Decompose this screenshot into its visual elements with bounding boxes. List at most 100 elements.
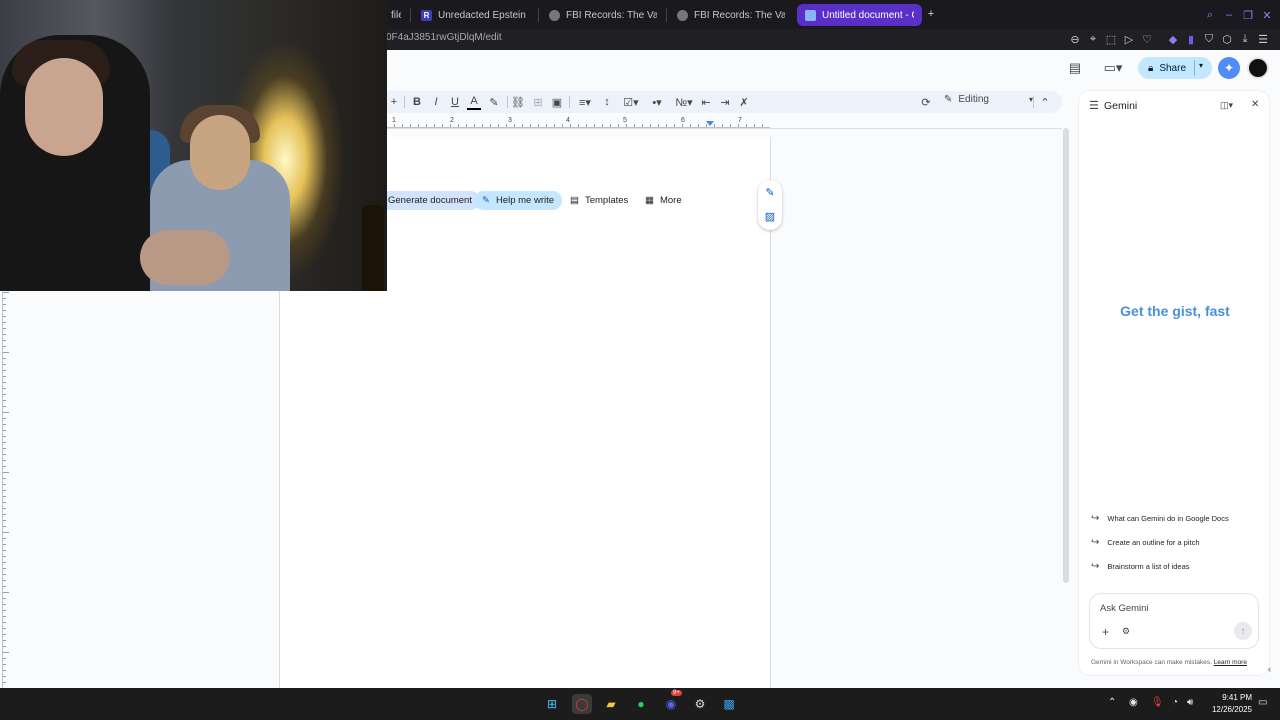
panel-layout-icon[interactable]: ◫▾: [1220, 100, 1233, 111]
ruler-tick: [3, 370, 6, 371]
ruler-tick: [3, 328, 6, 329]
bold-icon[interactable]: B: [410, 94, 424, 110]
bookmark-icon[interactable]: ▮: [1183, 31, 1199, 47]
ruler-tick: [3, 448, 6, 449]
ruler-tick: [3, 478, 6, 479]
italic-icon[interactable]: I: [429, 94, 443, 110]
download-icon[interactable]: ⤓: [1237, 31, 1253, 47]
play-icon[interactable]: ▷: [1121, 31, 1137, 47]
search-icon[interactable]: ⌕: [1202, 7, 1218, 23]
menu-icon[interactable]: ☰: [1255, 31, 1271, 47]
underline-icon[interactable]: U: [448, 94, 462, 110]
highlight-icon[interactable]: ✎: [487, 94, 501, 110]
new-tab-button[interactable]: +: [923, 6, 939, 22]
ruler-number: 7: [738, 117, 742, 124]
volume-icon[interactable]: 🔊︎: [1187, 697, 1193, 708]
bulleted-list-icon[interactable]: •▾: [646, 94, 668, 110]
ruler-tick: [3, 574, 6, 575]
paint-icon[interactable]: ▩: [719, 694, 739, 714]
close-icon[interactable]: ✕: [1259, 7, 1275, 23]
more-chip[interactable]: ▦ More: [637, 191, 690, 210]
chevron-up-icon[interactable]: ⌃: [1108, 697, 1116, 708]
pin-icon[interactable]: ⌖: [1085, 31, 1101, 47]
wifi-icon[interactable]: ◔: [1172, 697, 1178, 708]
browser-tab-active[interactable]: Untitled document - Goog: [797, 4, 922, 26]
ruler-tick: [3, 496, 6, 497]
zoom-icon[interactable]: ⊖: [1067, 31, 1083, 47]
decrease-indent-icon[interactable]: ⇤: [699, 94, 713, 110]
start-icon[interactable]: ⊞: [542, 694, 562, 714]
tools-icon[interactable]: ⚙: [1122, 626, 1130, 637]
menu-icon[interactable]: ☰: [1089, 99, 1099, 112]
learn-more-link[interactable]: Learn more: [1214, 659, 1247, 666]
ruler-tick: [3, 562, 6, 563]
templates-chip[interactable]: ▤ Templates: [562, 191, 636, 210]
editing-mode-dropdown[interactable]: ✎ Editing ▾: [944, 94, 1033, 105]
chip-label: Templates: [584, 195, 629, 206]
ruler-tick: [762, 124, 763, 127]
browser-tab[interactable]: FBI Records: The Vault —: [541, 4, 665, 26]
image-icon[interactable]: ▣: [550, 94, 564, 110]
microphone-icon[interactable]: 🎙︎: [1151, 697, 1164, 708]
send-icon[interactable]: ↑: [1234, 622, 1252, 640]
url-text[interactable]: 0F4aJ3851rwGtjDlqM/edit: [386, 32, 502, 43]
add-icon[interactable]: +: [1102, 625, 1109, 639]
browser-tab[interactable]: R Unredacted Epstein Files: [413, 4, 537, 26]
ruler-tick: [642, 124, 643, 127]
meet-icon[interactable]: ▭▾: [1098, 57, 1128, 79]
share-label: Share: [1159, 62, 1187, 74]
opera-icon[interactable]: ◯: [572, 694, 592, 714]
align-icon[interactable]: ≡▾: [574, 94, 596, 110]
increase-indent-icon[interactable]: ⇥: [718, 94, 732, 110]
person-back-face: [190, 115, 250, 190]
share-button[interactable]: 🔒︎ Share ▾: [1138, 57, 1212, 79]
avatar[interactable]: [1247, 57, 1269, 79]
ruler-tick: [3, 646, 6, 647]
help-me-write-icon[interactable]: ✎: [762, 184, 778, 200]
clear-formatting-icon[interactable]: ✗: [737, 94, 751, 110]
history-icon[interactable]: ⟳: [919, 94, 933, 110]
gemini-sparkle-icon[interactable]: ✦: [1218, 57, 1240, 79]
chevron-down-icon[interactable]: ▾: [1199, 61, 1203, 70]
minimize-icon[interactable]: –: [1221, 7, 1237, 23]
checklist-icon[interactable]: ☑▾: [620, 94, 642, 110]
restore-icon[interactable]: ❐: [1240, 7, 1256, 23]
ask-gemini-input[interactable]: Ask Gemini + ⚙ ↑: [1089, 593, 1259, 649]
chevron-left-icon[interactable]: ‹: [1268, 664, 1271, 674]
discord-tray-icon[interactable]: ◉: [1129, 697, 1138, 708]
notification-icon[interactable]: ▭: [1258, 697, 1267, 708]
file-explorer-icon[interactable]: ▰: [601, 694, 621, 714]
browser-tab[interactable]: FBI Records: The Vault —: [669, 4, 793, 26]
close-icon[interactable]: ✕: [1251, 99, 1259, 110]
discord-badge: 9+: [671, 690, 682, 696]
help-me-write-chip[interactable]: ✎ Help me write: [474, 191, 563, 210]
spotify-icon[interactable]: ●: [631, 694, 651, 714]
comments-icon[interactable]: ▤: [1064, 57, 1086, 79]
suggestion-item[interactable]: ↪ Create an outline for a pitch: [1091, 537, 1200, 548]
suggestion-item[interactable]: ↪ Brainstorm a list of ideas: [1091, 561, 1190, 572]
discord-icon[interactable]: ◉ 9+: [661, 690, 682, 714]
ruler-tick: [3, 580, 6, 581]
right-indent-marker[interactable]: [706, 121, 714, 126]
screenshot-icon[interactable]: ⬚: [1103, 31, 1119, 47]
ruler-tick: [618, 124, 619, 127]
text-color-icon[interactable]: A: [467, 94, 481, 110]
extension-icon[interactable]: ◆: [1165, 31, 1181, 47]
shield-icon[interactable]: ⛉: [1201, 31, 1217, 47]
insert-image-icon[interactable]: ▨: [762, 208, 778, 224]
gemini-hero-text: Get the gist, fast: [1120, 303, 1230, 319]
insert-icon[interactable]: +: [388, 94, 400, 110]
suggestion-item[interactable]: ↪ What can Gemini do in Google Docs: [1091, 513, 1229, 524]
add-comment-icon[interactable]: ⊞: [531, 94, 545, 110]
ruler-tick: [506, 124, 507, 127]
extensions-icon[interactable]: ⬡: [1219, 31, 1235, 47]
heart-icon[interactable]: ♡: [1139, 31, 1155, 47]
steam-icon[interactable]: ⚙: [690, 694, 710, 714]
generate-document-chip[interactable]: Generate document: [380, 191, 480, 210]
line-spacing-icon[interactable]: ↕: [600, 94, 614, 110]
clock[interactable]: 9:41 PM 12/26/2025: [1208, 692, 1252, 716]
numbered-list-icon[interactable]: №▾: [673, 94, 695, 110]
scrollbar[interactable]: [1063, 128, 1069, 583]
link-icon[interactable]: ⛓: [511, 94, 525, 110]
collapse-icon[interactable]: ⌃: [1038, 94, 1052, 110]
